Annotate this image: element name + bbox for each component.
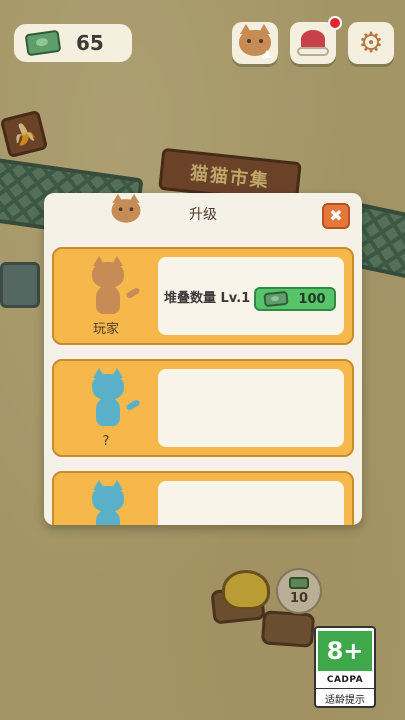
notification-dot: [328, 16, 342, 30]
rating-age: 8+: [318, 631, 372, 671]
arrow-up-icon: [262, 50, 272, 58]
close-button[interactable]: ✖: [322, 203, 350, 229]
rating-org: CADPA: [326, 675, 364, 685]
locked-cat-silhouette-icon: [62, 368, 154, 437]
card-details: [158, 481, 344, 525]
upgrade-cost-button[interactable]: 100: [254, 287, 336, 311]
santa-hat-icon: [297, 30, 329, 56]
dialog-title: 升级: [189, 207, 217, 223]
upgrade-list[interactable]: 玩家 堆叠数量 Lv.1 100 ?: [52, 247, 354, 525]
age-rating-badge: 8+ CADPA 适龄提示: [314, 626, 376, 708]
cost-value: 100: [298, 291, 326, 307]
card-name: 玩家: [92, 322, 119, 337]
money-value: 65: [76, 31, 104, 55]
upgrade-card-locked: [52, 471, 354, 525]
money-counter: 65: [14, 24, 132, 62]
locked-silhouette-icon: [62, 480, 154, 525]
rating-text: 适龄提示: [316, 688, 374, 706]
costume-button[interactable]: [290, 16, 342, 64]
card-details: [158, 369, 344, 447]
card-details: 堆叠数量 Lv.1 100: [158, 257, 344, 335]
upgrade-card-locked: ?: [52, 359, 354, 457]
dialog-header: 升级 ✖: [44, 193, 362, 235]
player-cat-icon: [62, 256, 154, 325]
cash-icon: [24, 29, 62, 57]
upgrade-dialog: 升级 ✖ 玩家 堆叠数量 Lv.1 100 ?: [44, 193, 362, 525]
upgrade-card-player: 玩家 堆叠数量 Lv.1 100: [52, 247, 354, 345]
close-icon: ✖: [329, 206, 343, 225]
gear-icon: ⚙: [358, 26, 384, 59]
cat-upgrade-button[interactable]: [232, 22, 278, 64]
stat-label: 堆叠数量 Lv.1: [164, 290, 251, 306]
card-name: ?: [102, 434, 110, 449]
cash-icon: [263, 290, 290, 308]
settings-button[interactable]: ⚙: [348, 22, 394, 64]
cat-upgrade-icon: [111, 193, 141, 223]
